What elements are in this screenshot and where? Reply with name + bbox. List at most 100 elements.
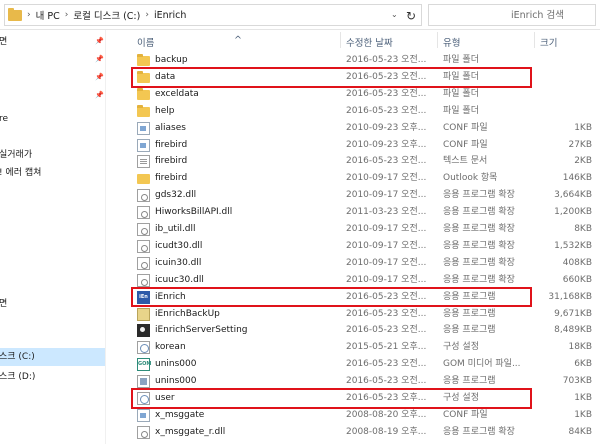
nav-item[interactable]	[0, 230, 105, 248]
chevron-right-icon[interactable]: ›	[145, 10, 149, 20]
breadcrumb-local-disk[interactable]: 로컬 디스크 (C:)	[73, 8, 140, 22]
conf-file-icon	[137, 138, 150, 152]
conf-file-icon	[137, 121, 150, 135]
file-size: 703KB	[562, 376, 592, 387]
chevron-right-icon[interactable]: ›	[65, 10, 69, 20]
nav-item[interactable]: 스크 (D:)	[0, 368, 105, 386]
chevron-right-icon[interactable]: ›	[27, 10, 31, 20]
file-type: GOM 미디어 파일...	[443, 359, 521, 370]
breadcrumb-ienrich[interactable]: iEnrich	[154, 10, 186, 21]
refresh-icon[interactable]: ↻	[403, 8, 419, 24]
nav-item[interactable]: 📌	[0, 69, 105, 87]
column-header-date[interactable]: 수정한 날짜	[346, 35, 393, 49]
file-row[interactable]: firebird 2016-05-23 오전... 텍스트 문서 2KB	[106, 153, 600, 170]
dll-file-icon	[137, 256, 150, 270]
file-name: ib_util.dll	[155, 224, 196, 234]
file-row[interactable]: iEnrichBackUp 2016-05-23 오전... 응용 프로그램 9,67…	[106, 306, 600, 323]
pin-icon[interactable]: 📌	[95, 91, 104, 100]
file-name: aliases	[155, 122, 186, 133]
dll-file-icon	[137, 239, 150, 253]
column-header-type[interactable]: 유형	[443, 35, 460, 49]
nav-item[interactable]: 📌	[0, 87, 105, 105]
search-box[interactable]	[428, 4, 596, 26]
nav-item[interactable]: 면📌	[0, 33, 105, 51]
nav-item[interactable]: ! 에러 캡쳐	[0, 164, 105, 182]
file-type: 파일 폴더	[443, 88, 479, 99]
nav-item[interactable]: 📌	[0, 51, 105, 69]
file-modified-date: 2010-09-17 오전...	[346, 257, 427, 268]
column-header-size[interactable]: 크기	[540, 35, 557, 49]
file-modified-date: 2008-08-19 오후...	[346, 426, 427, 437]
file-row[interactable]: x_msggate 2008-08-20 오후... CONF 파일 1KB	[106, 407, 600, 424]
setting-app-icon	[137, 324, 150, 338]
file-type: 응용 프로그램	[443, 325, 496, 336]
nav-item-label: ! 에러 캡쳐	[0, 168, 42, 178]
nav-item-label: 스크 (C:)	[0, 352, 35, 362]
file-modified-date: 2010-09-23 오후...	[346, 139, 427, 150]
file-size: 408KB	[562, 257, 592, 268]
file-name: x_msggate_r.dll	[155, 426, 226, 437]
navigation-pane: 면📌📌📌📌re실거래가! 에러 캡쳐면스크 (C:)스크 (D:)	[0, 30, 106, 444]
file-type: CONF 파일	[443, 122, 488, 133]
file-name: icuin30.dll	[155, 257, 202, 268]
file-row[interactable]: x_msggate_r.dll 2008-08-19 오후... 응용 프로그램 확…	[106, 424, 600, 441]
file-name: unins000	[155, 359, 197, 370]
file-row[interactable]: exceldata 2016-05-23 오전... 파일 폴더	[106, 86, 600, 103]
file-row[interactable]: HiworksBillAPI.dll 2011-03-23 오전... 응용 프로그…	[106, 204, 600, 221]
file-row[interactable]: korean 2015-05-21 오후... 구성 설정 18KB	[106, 339, 600, 356]
pin-icon[interactable]: 📌	[95, 37, 104, 46]
address-bar: › 내 PC › 로컬 디스크 (C:) › iEnrich ⌄ ↻	[0, 0, 600, 30]
nav-item[interactable]: 실거래가	[0, 146, 105, 164]
file-type: 응용 프로그램	[443, 308, 496, 319]
nav-item[interactable]	[0, 315, 105, 333]
outlook-item-icon	[137, 174, 150, 185]
nav-item[interactable]: 면	[0, 295, 105, 313]
pin-icon[interactable]: 📌	[95, 73, 104, 82]
file-size: 1,532KB	[554, 240, 592, 251]
nav-item[interactable]	[0, 262, 105, 280]
file-type: 구성 설정	[443, 342, 479, 353]
file-row[interactable]: help 2016-05-23 오전... 파일 폴더	[106, 103, 600, 120]
folder-icon	[8, 7, 22, 21]
nav-item-label: 면	[0, 295, 7, 313]
chevron-down-icon[interactable]: ⌄	[391, 10, 401, 19]
file-row[interactable]: icuin30.dll 2010-09-17 오전... 응용 프로그램 확장 408…	[106, 255, 600, 272]
file-name: x_msggate	[155, 409, 205, 420]
column-header-name[interactable]: 이름	[137, 35, 154, 49]
breadcrumb[interactable]: › 내 PC › 로컬 디스크 (C:) › iEnrich ⌄ ↻	[4, 4, 422, 26]
file-row[interactable]: aliases 2010-09-23 오후... CONF 파일 1KB	[106, 120, 600, 137]
file-row[interactable]: icudt30.dll 2010-09-17 오전... 응용 프로그램 확장 1,5…	[106, 238, 600, 255]
file-size: 1,200KB	[554, 207, 592, 218]
column-divider[interactable]	[534, 32, 535, 48]
dll-file-icon	[137, 223, 150, 236]
file-row[interactable]: ib_util.dll 2010-09-17 오전... 응용 프로그램 확장 8KB	[106, 221, 600, 238]
nav-item[interactable]: re	[0, 110, 105, 128]
column-divider[interactable]	[437, 32, 438, 48]
column-header-bar: 이름 ^ 수정한 날짜 유형 크기	[106, 30, 600, 50]
nav-item-label: 실거래가	[0, 150, 33, 160]
file-row[interactable]: GOM unins000 2016-05-23 오전... GOM 미디어 파일...…	[106, 356, 600, 373]
file-modified-date: 2016-05-23 오전...	[346, 156, 427, 167]
breadcrumb-my-pc[interactable]: 내 PC	[36, 8, 60, 22]
file-row[interactable]: gds32.dll 2010-09-17 오전... 응용 프로그램 확장 3,664…	[106, 187, 600, 204]
nav-item[interactable]: 스크 (C:)	[0, 348, 105, 366]
pin-icon[interactable]: 📌	[95, 55, 104, 64]
file-row[interactable]: iEnrichServerSetting 2016-05-23 오전... 응용 프…	[106, 322, 600, 339]
backup-app-icon	[137, 307, 150, 321]
file-row[interactable]: firebird 2010-09-23 오후... CONF 파일 27KB	[106, 137, 600, 154]
column-divider[interactable]	[340, 32, 341, 48]
file-modified-date: 2016-05-23 오전...	[346, 88, 427, 99]
text-file-icon	[137, 155, 150, 169]
file-modified-date: 2008-08-20 오후...	[346, 409, 427, 420]
file-size: 3,664KB	[554, 190, 592, 201]
file-size: 27KB	[568, 139, 592, 150]
file-name: korean	[155, 342, 186, 353]
file-size: 6KB	[574, 359, 592, 370]
file-type: Outlook 항목	[443, 173, 498, 184]
file-name: firebird	[155, 156, 188, 167]
file-name: help	[155, 105, 175, 116]
search-input[interactable]	[429, 5, 595, 25]
file-type: 응용 프로그램 확장	[443, 224, 515, 234]
file-modified-date: 2016-05-23 오전...	[346, 308, 427, 319]
file-row[interactable]: firebird 2010-09-17 오전... Outlook 항목 146KB	[106, 170, 600, 187]
